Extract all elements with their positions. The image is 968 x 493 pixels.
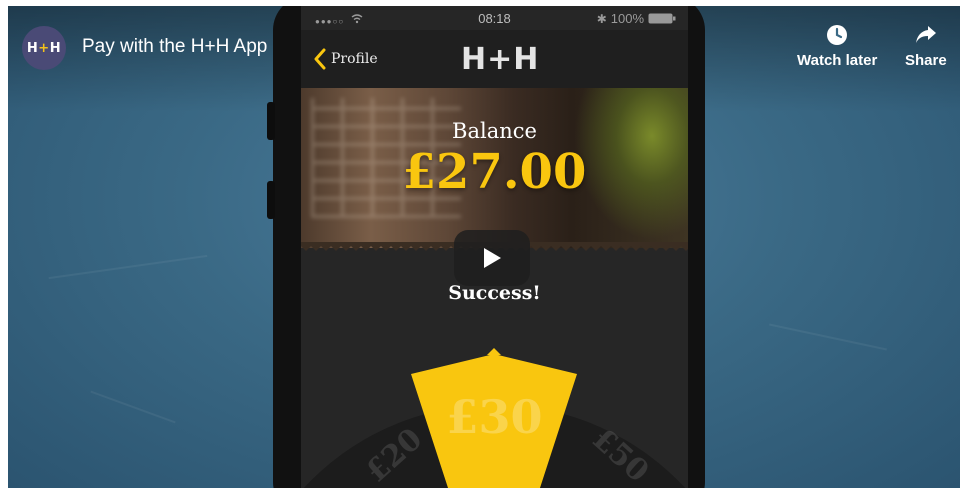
balance-amount: £27.00 — [402, 144, 587, 200]
channel-logo-plus: + — [38, 40, 50, 56]
balance-label: Balance — [452, 119, 537, 143]
balance-banner: Balance £27.00 — [301, 88, 688, 248]
share-button[interactable]: Share — [905, 24, 947, 69]
bluetooth-icon: ✱ — [596, 11, 607, 26]
phone-side-button — [267, 102, 275, 140]
back-button[interactable]: Profile — [313, 48, 378, 70]
watch-later-button[interactable]: Watch later — [797, 24, 877, 69]
chevron-left-icon — [314, 48, 326, 70]
amount-option-selected[interactable]: £30 — [301, 390, 688, 444]
back-label: Profile — [331, 51, 378, 67]
battery-indicator: ✱ 100% — [597, 11, 676, 26]
clock-icon — [827, 25, 848, 45]
channel-logo-letter: H — [26, 40, 39, 56]
channel-avatar[interactable]: H + H — [22, 26, 66, 70]
app-logo: H+H — [461, 42, 540, 77]
play-button[interactable] — [454, 230, 530, 286]
channel-logo-letter: H — [49, 40, 62, 56]
video-player[interactable]: ●●●○○ 08:18 ✱ 100% Profile H+H Balance £… — [8, 6, 960, 488]
watch-later-label: Watch later — [797, 52, 878, 69]
status-bar: ●●●○○ 08:18 ✱ 100% — [301, 6, 688, 30]
phone-side-button — [267, 181, 275, 219]
share-arrow-icon — [915, 26, 936, 43]
battery-icon — [648, 13, 676, 24]
play-icon — [484, 248, 501, 268]
app-navbar: Profile H+H — [301, 30, 688, 88]
share-label: Share — [905, 52, 947, 69]
battery-percent: 100% — [610, 11, 644, 26]
video-title[interactable]: Pay with the H+H App — [82, 36, 267, 58]
